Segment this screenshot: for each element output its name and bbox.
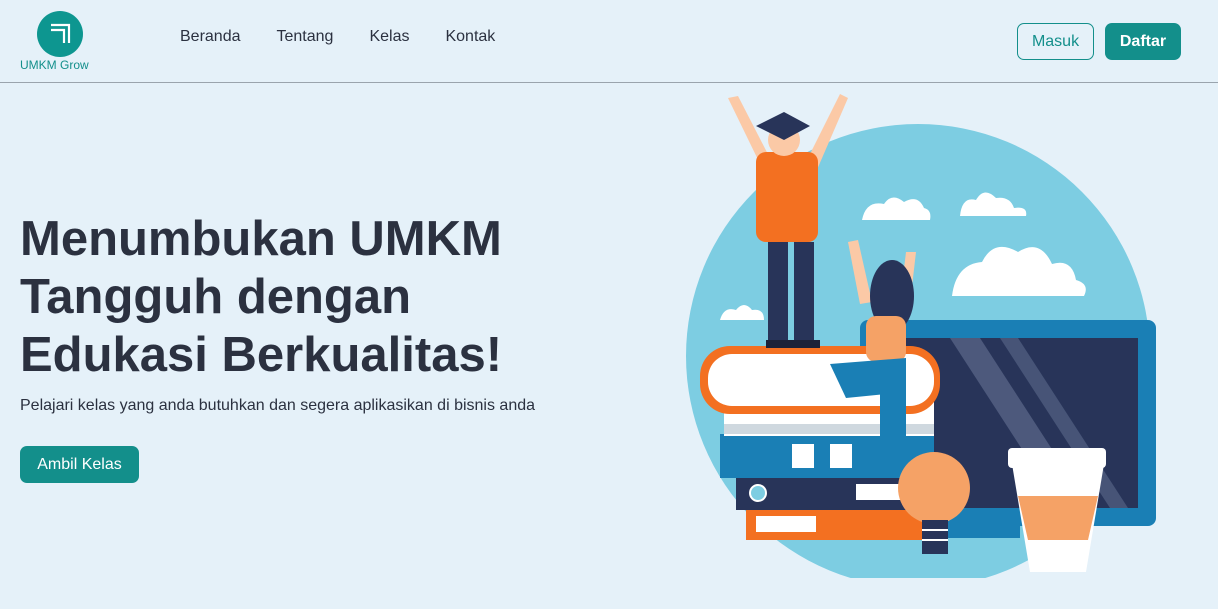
hero-subtitle: Pelajari kelas yang anda butuhkan dan se… <box>20 397 536 414</box>
brand-logo[interactable]: UMKM Grow <box>20 11 102 73</box>
logo-icon <box>37 11 83 57</box>
nav-link-beranda[interactable]: Beranda <box>180 28 241 46</box>
nav-link-kontak[interactable]: Kontak <box>445 28 495 46</box>
hero-title-line-1: Menumbukan UMKM <box>20 212 502 266</box>
nav-link-tentang[interactable]: Tentang <box>277 28 334 46</box>
navbar: UMKM Grow Beranda Tentang Kelas Kontak M… <box>0 0 1218 83</box>
hero-title-line-3: Edukasi Berkualitas! <box>20 328 503 382</box>
hero-illustration <box>680 88 1180 588</box>
nav-link-kelas[interactable]: Kelas <box>369 28 409 46</box>
take-class-button[interactable]: Ambil Kelas <box>20 446 139 483</box>
register-button[interactable]: Daftar <box>1105 23 1181 60</box>
hero-title: Menumbukan UMKM Tangguh dengan Edukasi B… <box>20 210 640 384</box>
brand-name: UMKM Grow <box>20 58 89 72</box>
main-nav: Beranda Tentang Kelas Kontak <box>180 28 495 46</box>
hero-title-line-2: Tangguh dengan <box>20 270 412 324</box>
login-button[interactable]: Masuk <box>1017 23 1094 60</box>
